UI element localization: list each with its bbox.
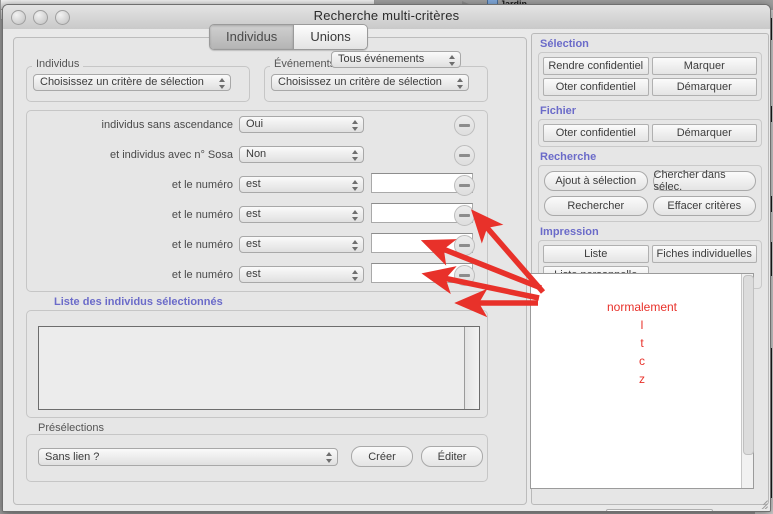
section-selection-buttons: Rendre confidentiel Marquer Oter confide… bbox=[538, 52, 762, 101]
section-title-fichier: Fichier bbox=[540, 105, 577, 117]
individus-criteria-select[interactable]: Choisissez un critère de sélection bbox=[33, 74, 231, 91]
evenements-criteria-select-value: Choisissez un critère de sélection bbox=[278, 76, 442, 88]
selected-list-title: Liste des individus sélectionnés bbox=[54, 296, 223, 308]
create-preselection-button[interactable]: Créer bbox=[351, 446, 413, 467]
criteria-row-select[interactable]: est bbox=[239, 176, 364, 193]
criteria-row-select-value: est bbox=[246, 208, 261, 220]
edit-preselection-button[interactable]: Éditer bbox=[421, 446, 483, 467]
preview-line: c bbox=[639, 354, 645, 368]
criteria-row-label: et le numéro bbox=[171, 179, 233, 191]
chevron-updown-icon bbox=[352, 149, 359, 162]
effacer-criteres-button[interactable]: Effacer critères bbox=[652, 196, 756, 216]
remove-criteria-button[interactable] bbox=[454, 265, 475, 286]
criteria-row-select[interactable]: Oui bbox=[239, 116, 364, 133]
section-title-impression: Impression bbox=[540, 226, 599, 238]
tab-individus[interactable]: Individus bbox=[210, 25, 294, 49]
criteria-panel: Individus Unions Individus Choisissez un… bbox=[13, 24, 527, 505]
chevron-updown-icon bbox=[352, 179, 359, 192]
criteria-rows-box: individus sans ascendance Oui et individ… bbox=[26, 110, 488, 292]
preselections-select[interactable]: Sans lien ? bbox=[38, 448, 338, 466]
criteria-row-select-value: est bbox=[246, 238, 261, 250]
oter-confidentiel-button[interactable]: Oter confidentiel bbox=[543, 78, 649, 96]
criteria-row-select-value: est bbox=[246, 268, 261, 280]
individus-group-label: Individus bbox=[32, 58, 84, 70]
preview-line: z bbox=[639, 372, 645, 386]
demarquer-button[interactable]: Démarquer bbox=[651, 78, 757, 96]
recherche-multi-criteres-window: Recherche multi-critères Individus Union… bbox=[2, 4, 771, 512]
evenements-type-select[interactable]: Tous événements bbox=[331, 51, 461, 68]
section-title-selection: Sélection bbox=[540, 38, 589, 50]
window-titlebar[interactable]: Recherche multi-critères bbox=[3, 5, 770, 30]
resize-grip-icon[interactable] bbox=[754, 495, 768, 509]
evenements-group-label: Événements bbox=[270, 58, 338, 70]
evenements-type-select-value: Tous événements bbox=[338, 53, 425, 65]
preview-line: t bbox=[640, 336, 644, 350]
fichier-oter-confidentiel-button[interactable]: Oter confidentiel bbox=[543, 124, 649, 142]
chevron-updown-icon bbox=[352, 209, 359, 222]
rendre-confidentiel-button[interactable]: Rendre confidentiel bbox=[543, 57, 649, 75]
criteria-row-label: et le numéro bbox=[171, 269, 233, 281]
criteria-row-select-value: Non bbox=[246, 148, 267, 160]
liste-button[interactable]: Liste bbox=[543, 245, 649, 263]
remove-criteria-button[interactable] bbox=[454, 145, 475, 166]
criteria-row-select[interactable]: est bbox=[239, 236, 364, 253]
chevron-updown-icon bbox=[457, 77, 464, 90]
remove-criteria-button[interactable] bbox=[454, 205, 475, 226]
selected-list-box[interactable] bbox=[38, 326, 480, 410]
section-recherche-buttons: Ajout à sélection Chercher dans sélec. R… bbox=[538, 165, 762, 222]
tab-bar[interactable]: Individus Unions bbox=[209, 24, 368, 50]
chevron-updown-icon bbox=[352, 239, 359, 252]
criteria-row-select[interactable]: est bbox=[239, 266, 364, 283]
preselections-select-value: Sans lien ? bbox=[45, 451, 100, 463]
ajout-a-selection-button[interactable]: Ajout à sélection bbox=[544, 171, 648, 191]
chevron-updown-icon bbox=[219, 77, 226, 90]
preselections-label: Présélections bbox=[34, 422, 109, 434]
preview-line: normalement bbox=[606, 300, 678, 314]
rechercher-button[interactable]: Rechercher bbox=[544, 196, 648, 216]
fermer-button[interactable]: Fermer bbox=[606, 509, 713, 511]
chevron-updown-icon bbox=[326, 451, 333, 464]
marquer-button[interactable]: Marquer bbox=[651, 57, 757, 75]
section-title-recherche: Recherche bbox=[540, 151, 597, 163]
individus-criteria-select-value: Choisissez un critère de sélection bbox=[40, 76, 204, 88]
chercher-dans-selec-button[interactable]: Chercher dans sélec. bbox=[652, 169, 756, 193]
fichier-demarquer-button[interactable]: Démarquer bbox=[651, 124, 757, 142]
fiches-individuelles-button[interactable]: Fiches individuelles bbox=[651, 245, 757, 263]
preview-line: l bbox=[640, 318, 644, 332]
section-fichier-buttons: Oter confidentiel Démarquer bbox=[538, 119, 762, 147]
criteria-row-select-value: Oui bbox=[246, 118, 264, 130]
remove-criteria-button[interactable] bbox=[454, 175, 475, 196]
window-body: Individus Unions Individus Choisissez un… bbox=[3, 24, 770, 511]
selected-list-scrollbar[interactable] bbox=[464, 327, 479, 409]
criteria-row-select[interactable]: est bbox=[239, 206, 364, 223]
chevron-updown-icon bbox=[352, 119, 359, 132]
criteria-row-select[interactable]: Non bbox=[239, 146, 364, 163]
chevron-updown-icon bbox=[449, 54, 456, 67]
remove-criteria-button[interactable] bbox=[454, 235, 475, 256]
remove-criteria-button[interactable] bbox=[454, 115, 475, 136]
chevron-updown-icon bbox=[352, 269, 359, 282]
preview-scrollbar-thumb[interactable] bbox=[743, 275, 754, 455]
criteria-row-label: et le numéro bbox=[171, 209, 233, 221]
preview-pane[interactable]: normalement l t c z bbox=[530, 273, 754, 489]
criteria-row-label: et individus avec n° Sosa bbox=[109, 149, 233, 161]
criteria-row-select-value: est bbox=[246, 178, 261, 190]
window-title: Recherche multi-critères bbox=[313, 8, 460, 23]
tab-unions[interactable]: Unions bbox=[293, 25, 367, 49]
evenements-criteria-select[interactable]: Choisissez un critère de sélection bbox=[271, 74, 469, 91]
criteria-row-label: et le numéro bbox=[171, 239, 233, 251]
preview-scrollbar[interactable] bbox=[741, 274, 754, 488]
criteria-row-label: individus sans ascendance bbox=[101, 119, 233, 131]
